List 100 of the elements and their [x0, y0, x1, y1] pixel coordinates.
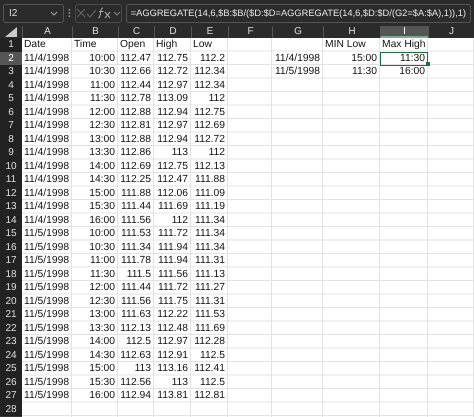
- spreadsheet-cell[interactable]: 11/5/1998: [272, 65, 323, 80]
- spreadsheet-cell[interactable]: 14:30: [72, 348, 118, 363]
- row-header[interactable]: 23: [0, 335, 22, 350]
- spreadsheet-cell[interactable]: 112.72: [191, 132, 228, 147]
- spreadsheet-cell[interactable]: 112.81: [118, 119, 154, 134]
- spreadsheet-cell[interactable]: 111.31: [191, 294, 228, 309]
- spreadsheet-cell[interactable]: 112.44: [118, 78, 154, 93]
- spreadsheet-cell[interactable]: 13:30: [72, 146, 118, 160]
- spreadsheet-cell[interactable]: 112.72: [154, 65, 191, 80]
- spreadsheet-cell[interactable]: Time: [72, 38, 118, 52]
- spreadsheet-cell[interactable]: 113.09: [154, 92, 191, 106]
- spreadsheet-cell[interactable]: 11/5/1998: [22, 281, 72, 296]
- spreadsheet-cell[interactable]: 112.63: [118, 348, 154, 363]
- spreadsheet-cell[interactable]: 112.5: [191, 348, 228, 363]
- spreadsheet-cell[interactable]: 11:30: [323, 65, 380, 80]
- spreadsheet-cell[interactable]: 112.69: [118, 160, 154, 174]
- spreadsheet-cell[interactable]: 112.5: [118, 335, 154, 350]
- spreadsheet-cell[interactable]: 11/4/1998: [22, 132, 72, 147]
- spreadsheet-cell[interactable]: 113: [154, 376, 191, 390]
- spreadsheet-cell[interactable]: 111.94: [154, 240, 191, 255]
- column-header[interactable]: C: [118, 26, 154, 38]
- spreadsheet-cell[interactable]: 112.56: [118, 376, 154, 390]
- spreadsheet-cell[interactable]: 11/4/1998: [22, 78, 72, 93]
- column-header[interactable]: A: [22, 26, 72, 38]
- spreadsheet-cell[interactable]: 112.47: [118, 52, 154, 66]
- active-cell[interactable]: 11:30: [380, 52, 428, 66]
- spreadsheet-cell[interactable]: 11/4/1998: [22, 65, 72, 80]
- spreadsheet-cell[interactable]: 112.48: [154, 322, 191, 336]
- spreadsheet-cell[interactable]: 11:30: [72, 92, 118, 106]
- row-header[interactable]: 17: [0, 254, 22, 268]
- spreadsheet-cell[interactable]: 11/4/1998: [22, 92, 72, 106]
- spreadsheet-cell[interactable]: 11:00: [72, 78, 118, 93]
- row-header[interactable]: 3: [0, 65, 22, 80]
- row-header[interactable]: 5: [0, 92, 22, 106]
- column-header[interactable]: E: [191, 26, 228, 38]
- spreadsheet-cell[interactable]: 111.27: [191, 281, 228, 296]
- spreadsheet-cell[interactable]: 15:30: [72, 376, 118, 390]
- spreadsheet-cell[interactable]: 111.94: [154, 254, 191, 268]
- spreadsheet-cell[interactable]: Date: [22, 38, 72, 52]
- check-icon[interactable]: [86, 8, 97, 18]
- spreadsheet-cell[interactable]: 11/4/1998: [22, 160, 72, 174]
- row-header[interactable]: 7: [0, 119, 22, 134]
- spreadsheet-cell[interactable]: 12:00: [72, 106, 118, 120]
- row-header[interactable]: 13: [0, 200, 22, 214]
- spreadsheet-cell[interactable]: 11/5/1998: [22, 389, 72, 404]
- spreadsheet-cell[interactable]: MIN Low: [323, 38, 380, 52]
- row-header[interactable]: 1: [0, 38, 22, 52]
- spreadsheet-cell[interactable]: 11/5/1998: [22, 376, 72, 390]
- spreadsheet-cell[interactable]: 15:00: [72, 186, 118, 201]
- spreadsheet-cell[interactable]: 111.53: [118, 227, 154, 242]
- spreadsheet-cell[interactable]: 111.56: [118, 294, 154, 309]
- row-header[interactable]: 21: [0, 308, 22, 322]
- spreadsheet-cell[interactable]: 111.13: [191, 268, 228, 282]
- spreadsheet-cell[interactable]: 111.44: [118, 281, 154, 296]
- spreadsheet-cell[interactable]: 111.78: [118, 254, 154, 268]
- spreadsheet-cell[interactable]: 112.94: [154, 132, 191, 147]
- function-icon[interactable]: [97, 7, 112, 19]
- spreadsheet-cell[interactable]: 112.06: [154, 186, 191, 201]
- row-header[interactable]: 27: [0, 389, 22, 404]
- spreadsheet-cell[interactable]: 14:00: [72, 160, 118, 174]
- spreadsheet-cell[interactable]: 112.78: [118, 92, 154, 106]
- spreadsheet-cell[interactable]: 112.75: [191, 106, 228, 120]
- spreadsheet-cell[interactable]: 111.09: [191, 186, 228, 201]
- column-header[interactable]: G: [272, 26, 323, 38]
- spreadsheet-cell[interactable]: 112.13: [191, 160, 228, 174]
- spreadsheet-cell[interactable]: 10:30: [72, 240, 118, 255]
- spreadsheet-cell[interactable]: 15:30: [72, 200, 118, 214]
- caret-icon[interactable]: [112, 10, 121, 16]
- spreadsheet-cell[interactable]: 11/5/1998: [22, 308, 72, 322]
- spreadsheet-cell[interactable]: 12:30: [72, 294, 118, 309]
- spreadsheet-cell[interactable]: 112.66: [118, 65, 154, 80]
- spreadsheet-cell[interactable]: 113.16: [154, 362, 191, 376]
- row-header[interactable]: 25: [0, 362, 22, 376]
- spreadsheet-cell[interactable]: 113: [118, 362, 154, 376]
- spreadsheet-cell[interactable]: 112.25: [118, 173, 154, 188]
- column-header[interactable]: D: [154, 26, 191, 38]
- spreadsheet-cell[interactable]: 112.88: [118, 106, 154, 120]
- spreadsheet-cell[interactable]: 15:00: [72, 362, 118, 376]
- spreadsheet-cell[interactable]: 111.56: [154, 268, 191, 282]
- spreadsheet-cell[interactable]: 112: [191, 92, 228, 106]
- spreadsheet-cell[interactable]: 11/4/1998: [22, 106, 72, 120]
- spreadsheet-cell[interactable]: 112.97: [154, 78, 191, 93]
- spreadsheet-cell[interactable]: 113: [154, 146, 191, 160]
- spreadsheet-cell[interactable]: 112.69: [191, 119, 228, 134]
- spreadsheet-cell[interactable]: 12:30: [72, 119, 118, 134]
- spreadsheet-cell[interactable]: 11/5/1998: [22, 268, 72, 282]
- spreadsheet-cell[interactable]: 10:00: [72, 227, 118, 242]
- spreadsheet-cell[interactable]: 13:00: [72, 132, 118, 147]
- spreadsheet-cell[interactable]: 16:00: [72, 389, 118, 404]
- spreadsheet-cell[interactable]: 10:30: [72, 65, 118, 80]
- spreadsheet-cell[interactable]: 111.72: [154, 281, 191, 296]
- spreadsheet-cell[interactable]: 112.97: [154, 335, 191, 350]
- spreadsheet-cell[interactable]: 11:00: [72, 254, 118, 268]
- spreadsheet-cell[interactable]: 16:00: [72, 214, 118, 228]
- spreadsheet-cell[interactable]: 112.34: [191, 65, 228, 80]
- spreadsheet-cell[interactable]: Open: [118, 38, 154, 52]
- spreadsheet-cell[interactable]: 11/4/1998: [22, 52, 72, 66]
- name-box[interactable]: I2: [3, 4, 64, 22]
- spreadsheet-cell[interactable]: Max High: [380, 38, 428, 52]
- spreadsheet-cell[interactable]: 111.88: [191, 173, 228, 188]
